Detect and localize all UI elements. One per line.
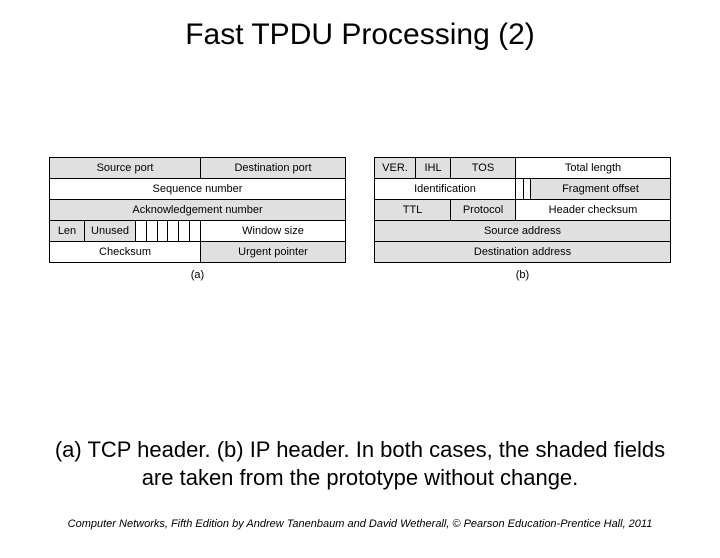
figure-container: Source port Destination port Sequence nu… bbox=[0, 157, 720, 281]
footer-credit: Computer Networks, Fifth Edition by Andr… bbox=[0, 518, 720, 530]
ip-protocol: Protocol bbox=[451, 200, 516, 221]
tcp-header-figure: Source port Destination port Sequence nu… bbox=[49, 157, 346, 281]
ip-ihl: IHL bbox=[416, 158, 451, 179]
figure-caption: (a) TCP header. (b) IP header. In both c… bbox=[40, 436, 680, 491]
ip-tos: TOS bbox=[451, 158, 516, 179]
tcp-flags bbox=[136, 221, 201, 242]
ip-sublabel: (b) bbox=[374, 269, 671, 281]
ip-total-length: Total length bbox=[516, 158, 671, 179]
tcp-checksum: Checksum bbox=[50, 242, 201, 263]
tcp-sublabel: (a) bbox=[49, 269, 346, 281]
ip-header-checksum: Header checksum bbox=[516, 200, 671, 221]
tcp-header-table: Source port Destination port Sequence nu… bbox=[49, 157, 346, 263]
ip-header-table: VER. IHL TOS Total length Identification… bbox=[374, 157, 671, 263]
ip-ver: VER. bbox=[375, 158, 416, 179]
tcp-len: Len bbox=[50, 221, 85, 242]
tcp-unused: Unused bbox=[85, 221, 136, 242]
ip-identification: Identification bbox=[375, 179, 516, 200]
tcp-window-size: Window size bbox=[201, 221, 346, 242]
tcp-ack-number: Acknowledgement number bbox=[50, 200, 346, 221]
slide-title: Fast TPDU Processing (2) bbox=[0, 18, 720, 52]
ip-fragment-offset: Fragment offset bbox=[531, 179, 671, 200]
ip-destination-address: Destination address bbox=[375, 242, 671, 263]
ip-source-address: Source address bbox=[375, 221, 671, 242]
ip-header-figure: VER. IHL TOS Total length Identification… bbox=[374, 157, 671, 281]
ip-frag-flags bbox=[516, 179, 531, 200]
tcp-sequence-number: Sequence number bbox=[50, 179, 346, 200]
tcp-dest-port: Destination port bbox=[201, 158, 346, 179]
ip-ttl: TTL bbox=[375, 200, 451, 221]
tcp-source-port: Source port bbox=[50, 158, 201, 179]
tcp-urgent-pointer: Urgent pointer bbox=[201, 242, 346, 263]
